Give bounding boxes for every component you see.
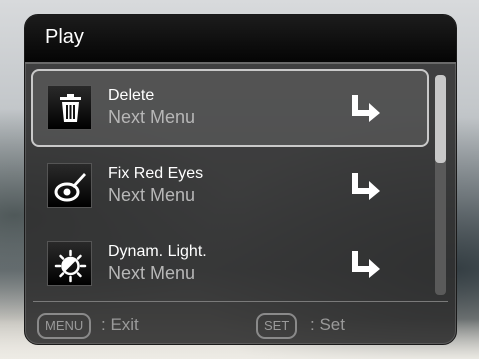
- menu-item-dynamic-light[interactable]: Dynam. Light. Next Menu: [31, 225, 429, 303]
- menu-item-delete[interactable]: Delete Next Menu: [31, 69, 429, 147]
- menu-item-fix-red-eyes[interactable]: Fix Red Eyes Next Menu: [31, 147, 429, 225]
- menu-title: Play: [45, 26, 84, 48]
- title-bar: Play: [25, 15, 456, 64]
- menu-item-label: Delete: [108, 87, 155, 104]
- menu-item-label: Dynam. Light.: [108, 243, 207, 260]
- exit-hint: : Exit: [101, 315, 139, 334]
- menu-item-sublabel: Next Menu: [108, 107, 196, 127]
- red-eye-fix-icon: [47, 163, 92, 208]
- scrollbar-thumb[interactable]: [435, 75, 446, 163]
- menu-item-label: Fix Red Eyes: [108, 165, 204, 182]
- footer-divider: [33, 301, 448, 302]
- enter-arrow-icon: [352, 251, 380, 278]
- menu-key-badge[interactable]: MENU: [37, 313, 92, 339]
- play-menu-panel: Play Delete Next Menu Fix Red Eyes Next …: [24, 14, 457, 345]
- menu-item-sublabel: Next Menu: [108, 185, 196, 205]
- dynamic-light-icon: [47, 241, 92, 286]
- set-key-badge[interactable]: SET: [256, 313, 298, 339]
- scrollbar[interactable]: [435, 75, 446, 295]
- menu-list: Delete Next Menu Fix Red Eyes Next Menu: [31, 69, 429, 303]
- menu-item-sublabel: Next Menu: [108, 263, 196, 283]
- footer: MENU : Exit SET : Set: [25, 309, 456, 339]
- trash-icon: [47, 85, 92, 130]
- enter-arrow-icon: [352, 95, 380, 122]
- set-hint: : Set: [310, 315, 345, 334]
- enter-arrow-icon: [352, 173, 380, 200]
